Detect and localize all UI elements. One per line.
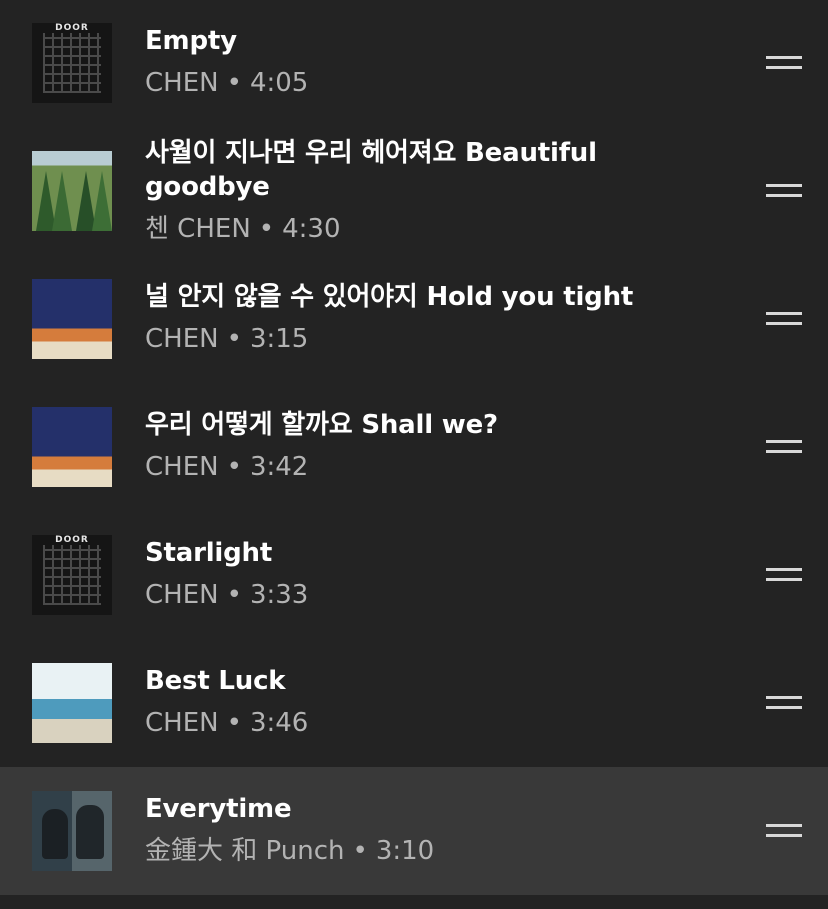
drag-handle-icon[interactable] <box>766 183 802 199</box>
track-artist: CHEN <box>145 452 219 482</box>
track-duration: 3:10 <box>375 836 435 866</box>
drag-handle-icon[interactable] <box>766 695 802 711</box>
track-title: 우리 어떻게 할까요 Shall we? <box>145 410 498 440</box>
drag-handle-icon[interactable] <box>766 567 802 583</box>
track-artist: CHEN <box>145 580 219 610</box>
track-row-1[interactable]: DOOR Empty CHEN • 4:05 <box>0 0 828 128</box>
track-duration: 4:30 <box>282 214 341 244</box>
track-duration: 4:05 <box>249 68 309 98</box>
track-duration: 3:33 <box>249 580 309 610</box>
drag-handle-icon[interactable] <box>766 311 802 327</box>
track-meta: 金鍾大 和 Punch • 3:10 <box>145 834 725 868</box>
separator-dot: • <box>226 708 242 738</box>
drag-handle-icon[interactable] <box>766 55 802 71</box>
track-artist: CHEN <box>145 68 219 98</box>
separator-dot: • <box>226 580 242 610</box>
track-meta: CHEN • 3:46 <box>145 706 725 740</box>
album-art <box>32 151 112 231</box>
album-art: DOOR <box>32 535 112 615</box>
album-art <box>32 279 112 359</box>
track-row-7[interactable]: Everytime 金鍾大 和 Punch • 3:10 <box>0 767 828 895</box>
track-row-5[interactable]: DOOR Starlight CHEN • 3:33 <box>0 512 828 640</box>
track-artist: CHEN <box>145 324 219 354</box>
track-meta: 첸 CHEN • 4:30 <box>145 212 725 246</box>
album-art <box>32 663 112 743</box>
separator-dot: • <box>226 452 242 482</box>
track-title: Empty <box>145 26 237 56</box>
track-title: Best Luck <box>145 666 286 696</box>
track-meta: CHEN • 3:33 <box>145 578 725 612</box>
track-artist: 첸 CHEN <box>145 214 251 244</box>
drag-handle-icon[interactable] <box>766 439 802 455</box>
track-meta: CHEN • 3:42 <box>145 450 725 484</box>
track-meta: CHEN • 3:15 <box>145 322 725 356</box>
drag-handle-icon[interactable] <box>766 823 802 839</box>
album-art: DOOR <box>32 23 112 103</box>
separator-dot: • <box>226 324 242 354</box>
separator-dot: • <box>352 836 368 866</box>
track-artist: CHEN <box>145 708 219 738</box>
track-duration: 3:46 <box>249 708 309 738</box>
track-title: Starlight <box>145 538 273 568</box>
separator-dot: • <box>226 68 242 98</box>
track-row-6[interactable]: Best Luck CHEN • 3:46 <box>0 640 828 768</box>
track-title: 널 안지 않을 수 있어야지 Hold you tight <box>145 282 634 312</box>
track-artist: 金鍾大 和 Punch <box>145 836 345 866</box>
track-meta: CHEN • 4:05 <box>145 66 725 100</box>
track-row-3[interactable]: 널 안지 않을 수 있어야지 Hold you tight CHEN • 3:15 <box>0 256 828 384</box>
album-art <box>32 407 112 487</box>
track-row-4[interactable]: 우리 어떻게 할까요 Shall we? CHEN • 3:42 <box>0 384 828 512</box>
track-title: 사월이 지나면 우리 헤어져요 Beautiful goodbye <box>145 138 597 202</box>
track-duration: 3:15 <box>249 324 309 354</box>
track-title: Everytime <box>145 794 292 824</box>
album-art <box>32 791 112 871</box>
track-duration: 3:42 <box>249 452 309 482</box>
separator-dot: • <box>258 214 275 244</box>
track-row-2[interactable]: 사월이 지나면 우리 헤어져요 Beautiful goodbye 첸 CHEN… <box>0 128 828 260</box>
